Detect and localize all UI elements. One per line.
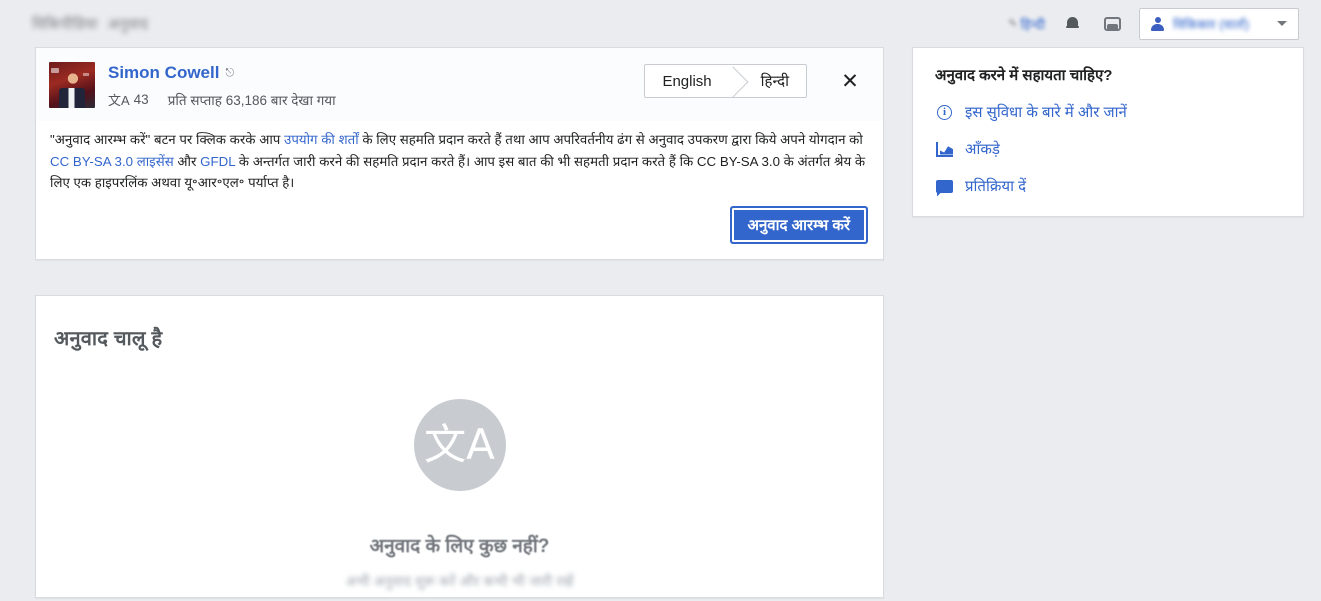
article-title-link[interactable]: Simon Cowell [108, 63, 219, 83]
help-link-learn-more[interactable]: i इस सुविधा के बारे में और जानें [935, 102, 1285, 122]
bell-icon [1065, 16, 1079, 31]
start-translation-button[interactable]: अनुवाद आरम्भ करें [730, 206, 867, 243]
help-link-label: इस सुविधा के बारे में और जानें [965, 104, 1127, 121]
top-header-bar: विकिपीडिया अनुवाद ✎ हिन्दी विकिकार (वार्त… [0, 0, 1321, 47]
feedback-icon [935, 177, 954, 196]
brand-primary: विकिपीडिया [32, 15, 98, 33]
translation-count-value: 43 [133, 92, 149, 107]
main-column: Simon Cowell ⎋ 文A 43 प्रति सप्ताह 63,186… [35, 47, 884, 598]
notifications-button[interactable] [1059, 11, 1085, 37]
disclaimer-text-3: और [173, 153, 201, 169]
page-body: Simon Cowell ⎋ 文A 43 प्रति सप्ताह 63,186… [0, 47, 1321, 598]
messages-button[interactable] [1099, 11, 1125, 37]
help-link-statistics[interactable]: आँकड़े [935, 139, 1285, 159]
article-meta: 文A 43 प्रति सप्ताह 63,186 बार देखा गया [108, 90, 631, 109]
info-icon: i [935, 103, 954, 122]
translation-list-title: अनुवाद चालू है [54, 327, 163, 350]
gfdl-link[interactable]: GFDL [200, 154, 235, 169]
help-link-feedback[interactable]: प्रतिक्रिया दें [935, 176, 1285, 196]
source-language-button[interactable]: English [645, 65, 728, 97]
publish-actions: अनुवाद आरम्भ करें [36, 194, 883, 259]
help-panel: अनुवाद करने में सहायता चाहिए? i इस सुविध… [912, 47, 1304, 217]
language-arrow-icon [729, 65, 744, 97]
publish-card-header: Simon Cowell ⎋ 文A 43 प्रति सप्ताह 63,186… [36, 48, 883, 121]
help-panel-title: अनुवाद करने में सहायता चाहिए? [935, 67, 1113, 84]
tray-icon [1103, 16, 1121, 31]
license-disclaimer: "अनुवाद आरम्भ करें" बटन पर क्लिक करके आप… [36, 121, 883, 194]
publish-card: Simon Cowell ⎋ 文A 43 प्रति सप्ताह 63,186… [35, 47, 884, 260]
cc-license-link[interactable]: CC BY-SA 3.0 लाइसेंस [50, 154, 174, 169]
article-title-row: Simon Cowell ⎋ [108, 63, 631, 83]
disclaimer-text-1: "अनुवाद आरम्भ करें" बटन पर क्लिक करके आप [50, 132, 285, 147]
site-branding[interactable]: विकिपीडिया अनुवाद [32, 14, 148, 34]
empty-state-title: अनुवाद के लिए कुछ नहीं? [369, 535, 550, 557]
translate-icon: 文A [108, 93, 130, 108]
language-switch-button[interactable]: ✎ हिन्दी [1008, 15, 1045, 33]
translate-icon: 文A [413, 398, 506, 491]
chevron-down-icon [1277, 21, 1287, 26]
article-thumbnail [49, 62, 95, 108]
user-menu-button[interactable]: विकिकार (वार्ता) [1139, 7, 1299, 40]
empty-state: 文A अनुवाद के लिए कुछ नहीं? अभी अनुवाद शु… [36, 351, 883, 591]
target-language-button[interactable]: हिन्दी [744, 65, 806, 97]
disclaimer-text-2: के लिए सहमति प्रदान करते हैं तथा आप अपरि… [358, 132, 863, 147]
translation-count: 文A 43 [108, 90, 149, 109]
language-pair-selector[interactable]: English हिन्दी [644, 64, 807, 98]
empty-state-glyph: 文A [424, 419, 495, 469]
user-icon [1151, 16, 1164, 31]
language-switch-label: हिन्दी [1020, 16, 1045, 32]
terms-of-use-link[interactable]: उपयोग की शर्तों [284, 132, 359, 147]
help-link-label: प्रतिक्रिया दें [965, 178, 1027, 195]
header-tools: ✎ हिन्दी विकिकार (वार्ता) [1008, 7, 1299, 40]
chart-icon [935, 140, 954, 159]
sidebar-column: अनुवाद करने में सहायता चाहिए? i इस सुविध… [912, 47, 1304, 217]
brand-secondary: अनुवाद [107, 15, 149, 33]
user-name-label: विकिकार (वार्ता) [1173, 16, 1250, 32]
help-link-label: आँकड़े [965, 141, 1000, 158]
empty-state-subtitle: अभी अनुवाद शुरू करें और कभी भी जारी रखें [345, 572, 574, 589]
pencil-icon: ✎ [1008, 18, 1018, 30]
external-link-icon[interactable]: ⎋ [225, 67, 234, 79]
article-info: Simon Cowell ⎋ 文A 43 प्रति सप्ताह 63,186… [108, 62, 631, 109]
close-icon[interactable]: ✕ [833, 64, 867, 98]
translation-list-card: अनुवाद चालू है 文A अनुवाद के लिए कुछ नहीं… [35, 294, 884, 598]
pageviews-label: प्रति सप्ताह 63,186 बार देखा गया [167, 92, 336, 108]
